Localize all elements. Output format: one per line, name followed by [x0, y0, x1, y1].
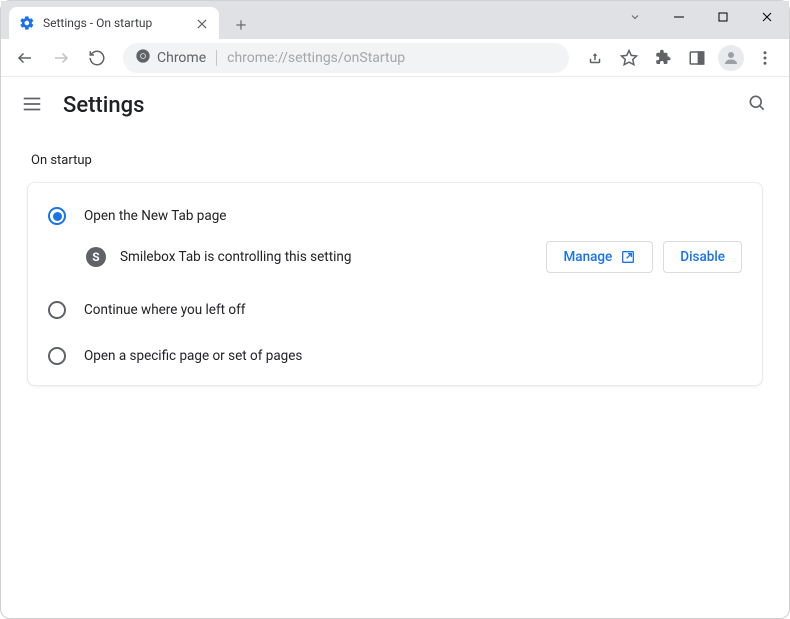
back-button[interactable] [9, 42, 41, 74]
new-tab-button[interactable] [227, 11, 255, 39]
maximize-button[interactable] [701, 1, 745, 33]
manage-button[interactable]: Manage [546, 241, 653, 273]
open-external-icon [620, 249, 636, 265]
url-text: chrome://settings/onStartup [227, 50, 557, 66]
search-icon[interactable] [747, 93, 767, 117]
chevron-down-icon[interactable] [613, 1, 657, 33]
side-panel-icon[interactable] [681, 42, 713, 74]
share-icon[interactable] [579, 42, 611, 74]
address-bar[interactable]: Chrome chrome://settings/onStartup [123, 43, 569, 73]
section-title: On startup [31, 153, 763, 168]
disable-label: Disable [680, 249, 725, 265]
browser-toolbar: Chrome chrome://settings/onStartup [1, 39, 789, 77]
close-icon[interactable] [195, 16, 209, 30]
radio-icon [48, 301, 66, 319]
option-row-new-tab: Open the New Tab page S Smilebox Tab is … [28, 189, 762, 287]
radio-icon [48, 347, 66, 365]
extensions-icon[interactable] [647, 42, 679, 74]
url-scheme-label: Chrome [157, 50, 206, 66]
option-row-specific-pages[interactable]: Open a specific page or set of pages [28, 333, 762, 379]
tab-title: Settings - On startup [43, 16, 195, 30]
omnibox-divider [216, 50, 217, 66]
settings-page: On startup Open the New Tab page S Smile… [1, 133, 789, 394]
extension-message: Smilebox Tab is controlling this setting [120, 249, 532, 265]
option-label: Open a specific page or set of pages [84, 348, 302, 364]
browser-tab[interactable]: Settings - On startup [9, 7, 219, 39]
hamburger-menu-icon[interactable] [21, 93, 45, 117]
forward-button[interactable] [45, 42, 77, 74]
profile-avatar[interactable] [715, 42, 747, 74]
startup-options-card: Open the New Tab page S Smilebox Tab is … [27, 182, 763, 386]
chrome-product-icon [135, 48, 151, 68]
settings-header: Settings [1, 77, 789, 133]
radio-icon [48, 207, 66, 225]
option-label: Continue where you left off [84, 302, 246, 318]
manage-label: Manage [563, 249, 612, 265]
bookmark-star-icon[interactable] [613, 42, 645, 74]
window-titlebar: Settings - On startup [1, 1, 789, 39]
extension-badge-icon: S [86, 247, 106, 267]
reload-button[interactable] [81, 42, 113, 74]
option-label: Open the New Tab page [84, 208, 226, 224]
kebab-menu-icon[interactable] [749, 42, 781, 74]
option-row-continue[interactable]: Continue where you left off [28, 287, 762, 333]
minimize-button[interactable] [657, 1, 701, 33]
radio-option[interactable]: Open the New Tab page [48, 207, 742, 225]
extension-notice: S Smilebox Tab is controlling this setti… [48, 241, 742, 273]
disable-button[interactable]: Disable [663, 241, 742, 273]
close-window-button[interactable] [745, 1, 789, 33]
page-title: Settings [63, 93, 144, 118]
gear-icon [19, 15, 35, 31]
